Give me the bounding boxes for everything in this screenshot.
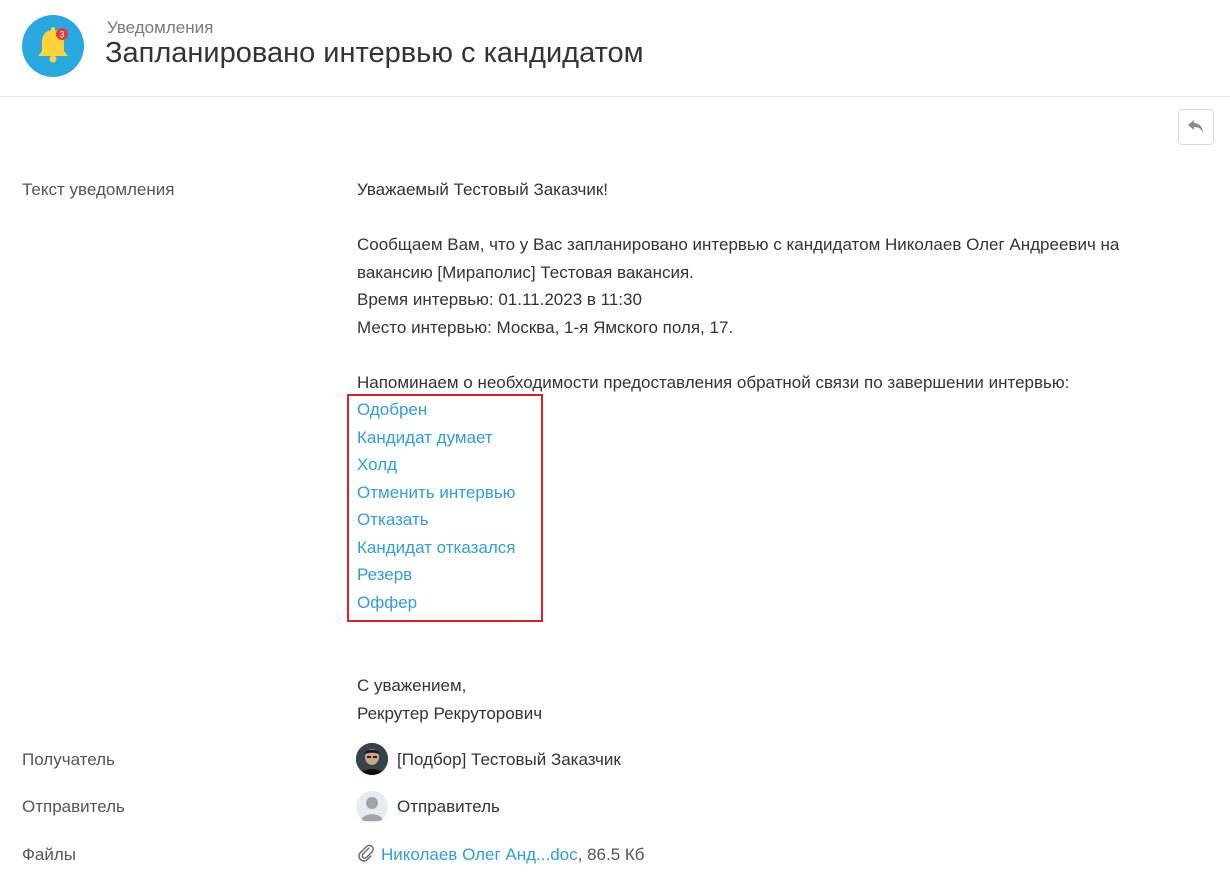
feedback-action-list: Одобрен Кандидат думает Холд Отменить ин… <box>357 396 516 616</box>
file-link[interactable]: Николаев Олег Анд...doc <box>381 845 578 864</box>
action-link-reserve[interactable]: Резерв <box>357 561 516 589</box>
reply-icon <box>1188 120 1203 133</box>
signature-block: С уважением, Рекрутер Рекруторович <box>357 672 542 728</box>
sender-avatar-icon <box>356 791 388 823</box>
recipient-name[interactable]: [Подбор] Тестовый Заказчик <box>397 750 621 770</box>
recipient-label: Получатель <box>22 750 115 769</box>
message-line-1: Сообщаем Вам, что у Вас запланировано ин… <box>357 235 1120 254</box>
closing-text: С уважением, <box>357 676 467 695</box>
feedback-reminder: Напоминаем о необходимости предоставлени… <box>357 372 1070 392</box>
recipient-avatar[interactable] <box>356 743 388 775</box>
action-link-candidate-declined[interactable]: Кандидат отказался <box>357 534 516 562</box>
action-link-reject[interactable]: Отказать <box>357 506 516 534</box>
action-link-cancel-interview[interactable]: Отменить интервью <box>357 479 516 507</box>
paperclip-icon <box>357 844 375 867</box>
sender-label: Отправитель <box>22 797 125 816</box>
interview-location: Место интервью: Москва, 1-я Ямского поля… <box>357 317 734 337</box>
reply-button[interactable] <box>1178 109 1214 145</box>
greeting-text: Уважаемый Тестовый Заказчик! <box>357 180 608 199</box>
action-link-approved[interactable]: Одобрен <box>357 396 516 424</box>
action-link-offer[interactable]: Оффер <box>357 589 516 617</box>
notification-body: Уважаемый Тестовый Заказчик! Сообщаем Ва… <box>357 176 1207 396</box>
interview-time: Время интервью: 01.11.2023 в 11:30 <box>357 290 642 309</box>
file-size: , 86.5 Кб <box>577 844 645 864</box>
action-link-candidate-thinking[interactable]: Кандидат думает <box>357 424 516 452</box>
action-link-hold[interactable]: Холд <box>357 451 516 479</box>
notification-text-label: Текст уведомления <box>22 180 175 199</box>
notification-bell-icon: 3 <box>22 15 84 77</box>
notification-count-badge: 3 <box>59 30 64 40</box>
attached-file: Николаев Олег Анд...doc, 86.5 Кб <box>357 844 645 867</box>
page-header: 3 Уведомления Запланировано интервью с к… <box>0 0 1230 97</box>
section-breadcrumb[interactable]: Уведомления <box>107 18 213 38</box>
message-line-2: вакансию [Мираполис] Тестовая вакансия. <box>357 262 694 282</box>
signature-name: Рекрутер Рекруторович <box>357 704 543 723</box>
sender-name: Отправитель <box>397 797 500 816</box>
files-label: Файлы <box>22 845 77 864</box>
page-title: Запланировано интервью с кандидатом <box>105 37 644 69</box>
